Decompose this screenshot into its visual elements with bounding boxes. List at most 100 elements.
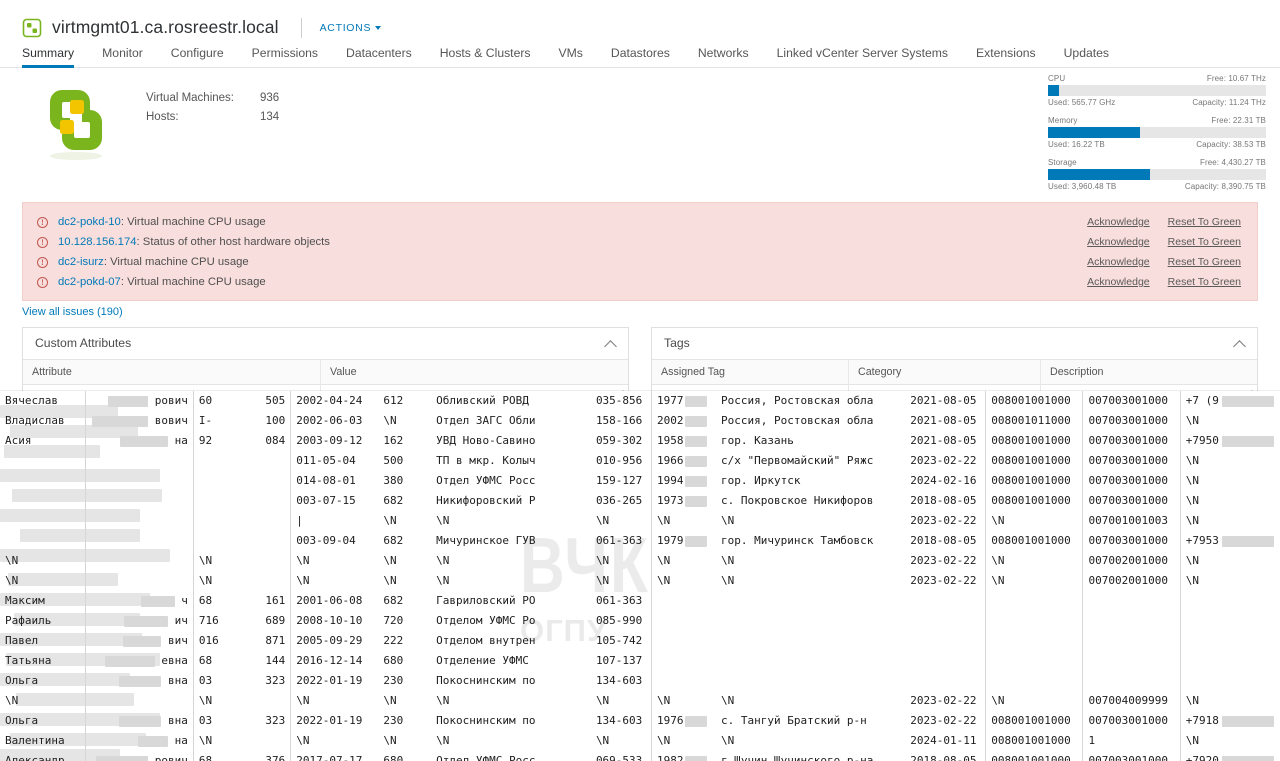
cell-date: 2008-10-10 [290, 611, 379, 631]
tab-permissions[interactable]: Permissions [238, 46, 332, 67]
cell-doc: 035-856 [595, 394, 643, 407]
cell-n1: 68 [192, 651, 231, 671]
cell-name: Рафаиль [5, 614, 52, 627]
tab-linked-vcenter-server-systems[interactable]: Linked vCenter Server Systems [763, 46, 962, 67]
acknowledge-link[interactable]: Acknowledge [1087, 256, 1149, 268]
cell-code: 682 [383, 534, 404, 547]
cell-place: гор. Мичуринск Тамбовск [721, 534, 874, 547]
cell-name: \N [5, 574, 19, 587]
actions-menu-button[interactable]: ACTIONS [320, 22, 382, 34]
column-header-description[interactable]: Description [1040, 360, 1257, 384]
reset-to-green-link[interactable]: Reset To Green [1168, 216, 1241, 228]
cell-date2: 2024-01-11 [910, 734, 977, 747]
cell-id1: \N [985, 511, 1083, 531]
tab-vms[interactable]: VMs [545, 46, 597, 67]
cell-text: вна [168, 714, 188, 727]
tab-hosts-clusters[interactable]: Hosts & Clusters [426, 46, 545, 67]
cell-date: 2002-06-03 [290, 411, 379, 431]
table-row: 003-07-15 682 Никифоровский Р 036-265 1973 с.… [0, 491, 1280, 511]
cell-id2: 007003001000 [1082, 491, 1181, 511]
cell-n2 [231, 451, 291, 471]
alert-object-link[interactable]: dc2-pokd-10 [58, 216, 121, 228]
column-header-value[interactable]: Value [320, 360, 628, 384]
cell-phone: \N [1179, 491, 1280, 511]
column-header-assigned-tag[interactable]: Assigned Tag [652, 360, 848, 384]
chevron-up-icon[interactable] [605, 338, 616, 349]
acknowledge-link[interactable]: Acknowledge [1087, 276, 1149, 288]
tab-datastores[interactable]: Datastores [597, 46, 684, 67]
alert-message: : Virtual machine CPU usage [120, 216, 266, 228]
cell-text: \N [656, 514, 671, 527]
cell-id2: 007003001000 [1082, 411, 1181, 431]
tab-networks[interactable]: Networks [684, 46, 763, 67]
cell-place: с. Тангуй Братский р-н [721, 714, 867, 727]
cell-text: \N [656, 574, 671, 587]
cell-org: ТП в мкр. Колыч [436, 454, 536, 467]
cell-date2 [905, 591, 985, 611]
warning-icon: ! [37, 216, 48, 228]
acknowledge-link[interactable]: Acknowledge [1087, 236, 1149, 248]
meter-free: Free: 10.67 THz [1206, 74, 1266, 83]
meter-name: Storage [1048, 158, 1077, 167]
view-all-issues-link[interactable]: View all issues (190) [22, 306, 1258, 318]
cell-text: +7953 [1185, 534, 1219, 547]
tab-summary[interactable]: Summary [22, 46, 88, 68]
tags-column-headers: Assigned Tag Category Description [652, 359, 1257, 385]
cell-id2 [1082, 631, 1181, 651]
chevron-up-icon[interactable] [1234, 338, 1245, 349]
alert-object-link[interactable]: dc2-isurz [58, 256, 104, 268]
cell-org: Мичуринское ГУВ [436, 534, 536, 547]
alert-object-link[interactable]: dc2-pokd-07 [58, 276, 121, 288]
cell-mid: ч [85, 591, 194, 611]
tab-configure[interactable]: Configure [157, 46, 238, 67]
cell-mid [85, 511, 194, 531]
table-row: Владислав вович I- 100 2002-06-03 \N Отдел ЗА… [0, 411, 1280, 431]
vm-count-value: 936 [260, 92, 280, 104]
cell-n1: I- [192, 411, 231, 431]
table-row: 014-08-01 380 Отдел УФМС Росс 159-127 1994 го… [0, 471, 1280, 491]
meter-free: Free: 22.31 TB [1211, 116, 1266, 125]
page-title: virtmgmt01.ca.rosreestr.local [52, 17, 279, 37]
cell-text: \N [1185, 494, 1199, 507]
cell-place [716, 591, 905, 611]
reset-to-green-link[interactable]: Reset To Green [1168, 256, 1241, 268]
reset-to-green-link[interactable]: Reset To Green [1168, 236, 1241, 248]
cell-phone: \N [1179, 471, 1280, 491]
tab-monitor[interactable]: Monitor [88, 46, 157, 67]
cell-date2: 2021-08-05 [910, 414, 977, 427]
alert-object-link[interactable]: 10.128.156.174 [58, 236, 137, 248]
acknowledge-link[interactable]: Acknowledge [1087, 216, 1149, 228]
tab-bar: Summary Monitor Configure Permissions Datace… [0, 42, 1280, 68]
tab-datacenters[interactable]: Datacenters [332, 46, 426, 67]
cell-place [716, 611, 905, 631]
cell-year: \N [650, 691, 717, 711]
cell-date: 2001-06-08 [290, 591, 379, 611]
cell-text: ич [174, 614, 188, 627]
cell-name: Владислав [5, 414, 65, 427]
meter-capacity: Capacity: 11.24 THz [1192, 98, 1266, 107]
cell-n2 [231, 471, 291, 491]
cell-doc: \N [595, 514, 610, 527]
cell-n2 [231, 531, 291, 551]
meter-name: Memory [1048, 116, 1078, 125]
column-header-attribute[interactable]: Attribute [23, 360, 320, 384]
table-row: \N \N \N \N \N \N \N \N 2023-02-22 \N 007002001000… [0, 571, 1280, 591]
tab-updates[interactable]: Updates [1050, 46, 1123, 67]
meter-used: Used: 16.22 TB [1048, 140, 1105, 149]
cell-mid [85, 571, 194, 591]
cell-id2: 007003001000 [1082, 751, 1181, 761]
cell-id2: 007003001000 [1082, 471, 1181, 491]
table-row: Александр рович 68 376 2017-07-17 680 Отдел У… [0, 751, 1280, 761]
cell-date: 2017-07-17 [290, 751, 379, 761]
actions-label: ACTIONS [319, 21, 372, 34]
cell-year: 1973 [650, 491, 717, 511]
cell-date2: 2023-02-22 [910, 574, 977, 587]
tab-extensions[interactable]: Extensions [962, 46, 1050, 67]
cell-year: 1958 [650, 431, 717, 451]
column-header-category[interactable]: Category [848, 360, 1040, 384]
vm-count-label: Virtual Machines: [146, 92, 234, 104]
cell-id1: 008001001000 [985, 531, 1083, 551]
reset-to-green-link[interactable]: Reset To Green [1168, 276, 1241, 288]
cell-doc: \N [595, 554, 610, 567]
cell-text: вович [154, 414, 188, 427]
